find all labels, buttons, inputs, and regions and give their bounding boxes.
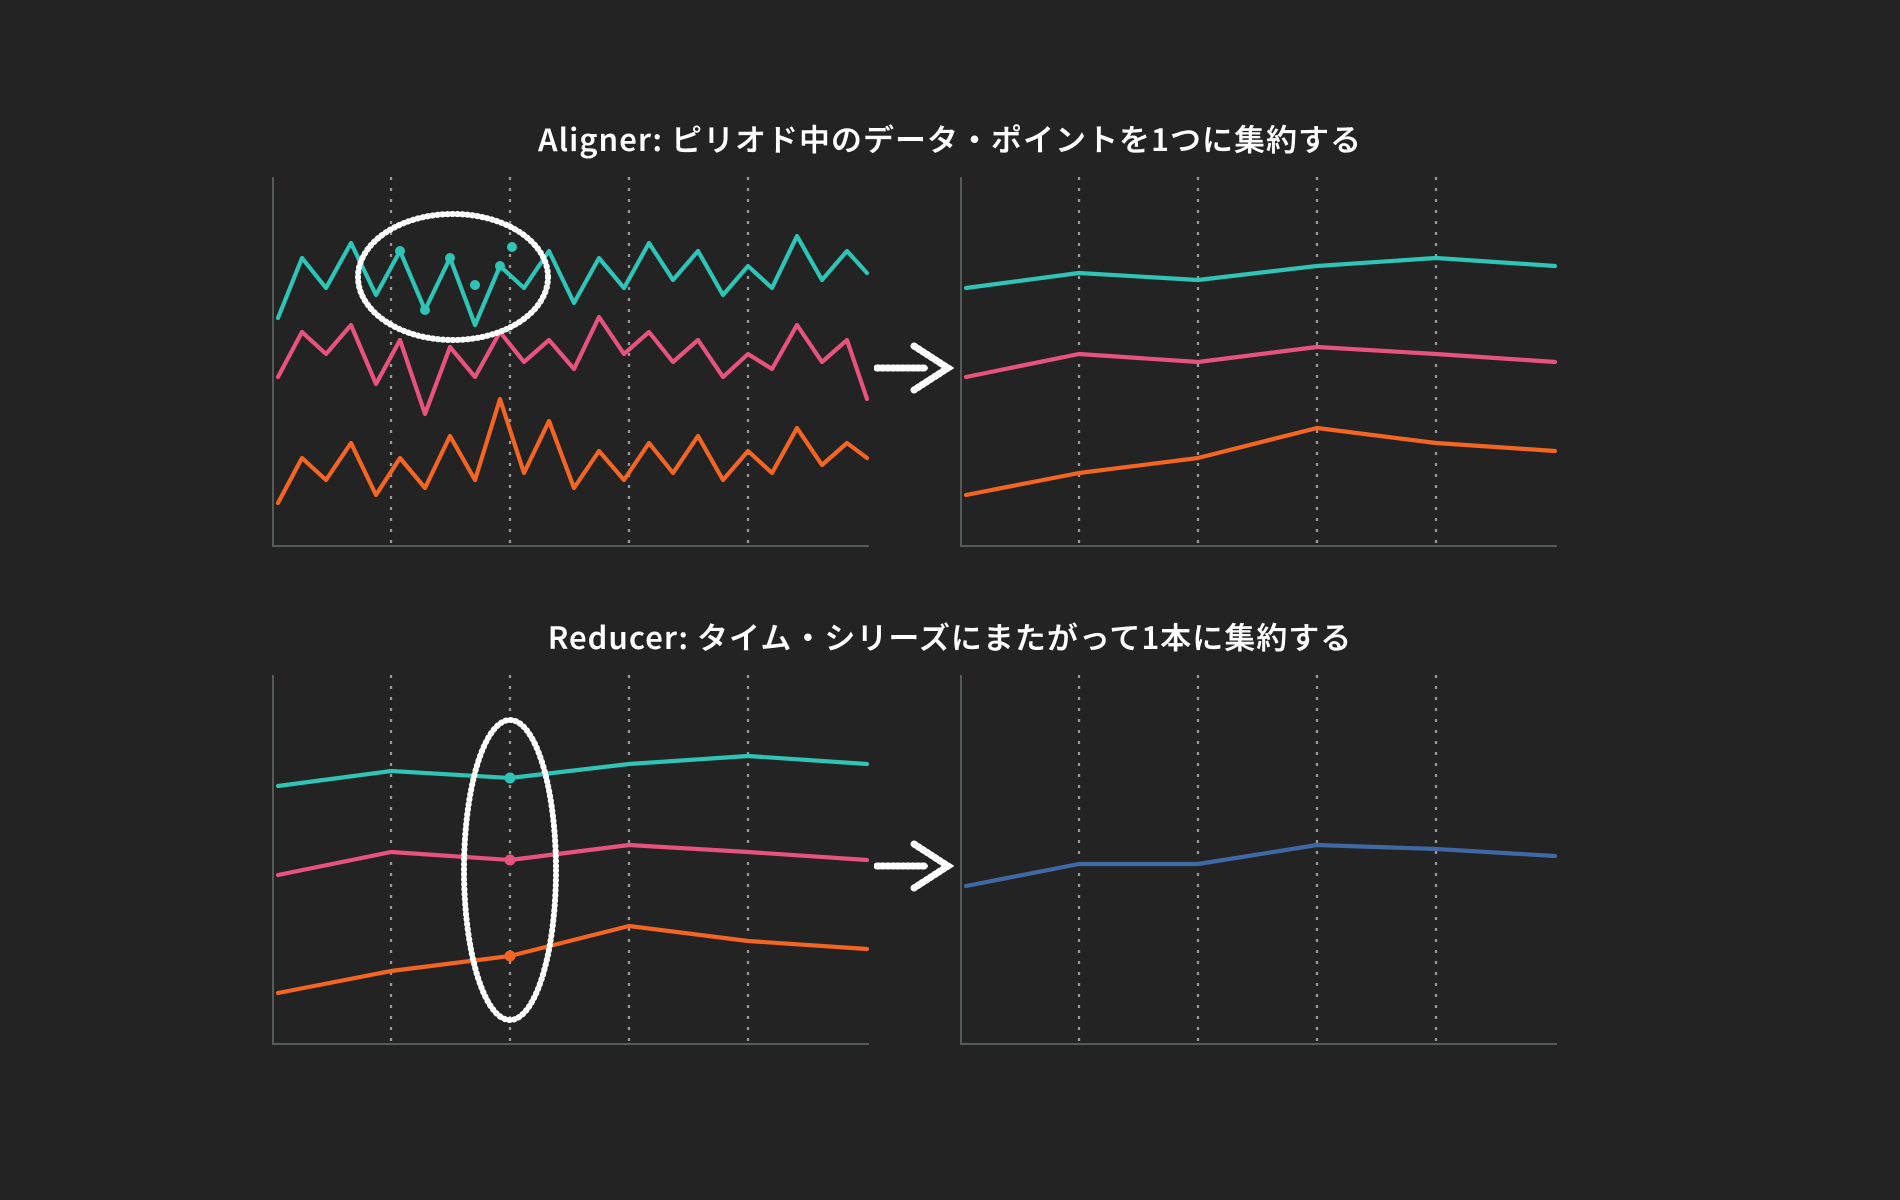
series-pink — [278, 317, 867, 414]
series-teal — [278, 756, 867, 786]
series-pink — [278, 845, 867, 875]
arrow-icon — [874, 340, 954, 396]
series-teal — [966, 258, 1555, 288]
reducer-title: Reducer: タイム・シリーズにまたがって1本に集約する — [210, 613, 1690, 658]
series-orange — [278, 926, 867, 993]
aligner-result-chart — [960, 177, 1557, 547]
diagram: Aligner: ピリオド中のデータ・ポイントを1つに集約する — [210, 115, 1690, 1085]
series-orange — [966, 428, 1555, 495]
arrow-icon — [874, 838, 954, 894]
series-pink — [966, 347, 1555, 377]
aligner-title: Aligner: ピリオド中のデータ・ポイントを1つに集約する — [210, 115, 1690, 160]
reducer-input-chart — [272, 675, 869, 1045]
reducer-result-chart — [960, 675, 1557, 1045]
aligner-raw-chart — [272, 177, 869, 547]
series-reduced — [966, 845, 1555, 886]
series-orange — [278, 399, 867, 503]
